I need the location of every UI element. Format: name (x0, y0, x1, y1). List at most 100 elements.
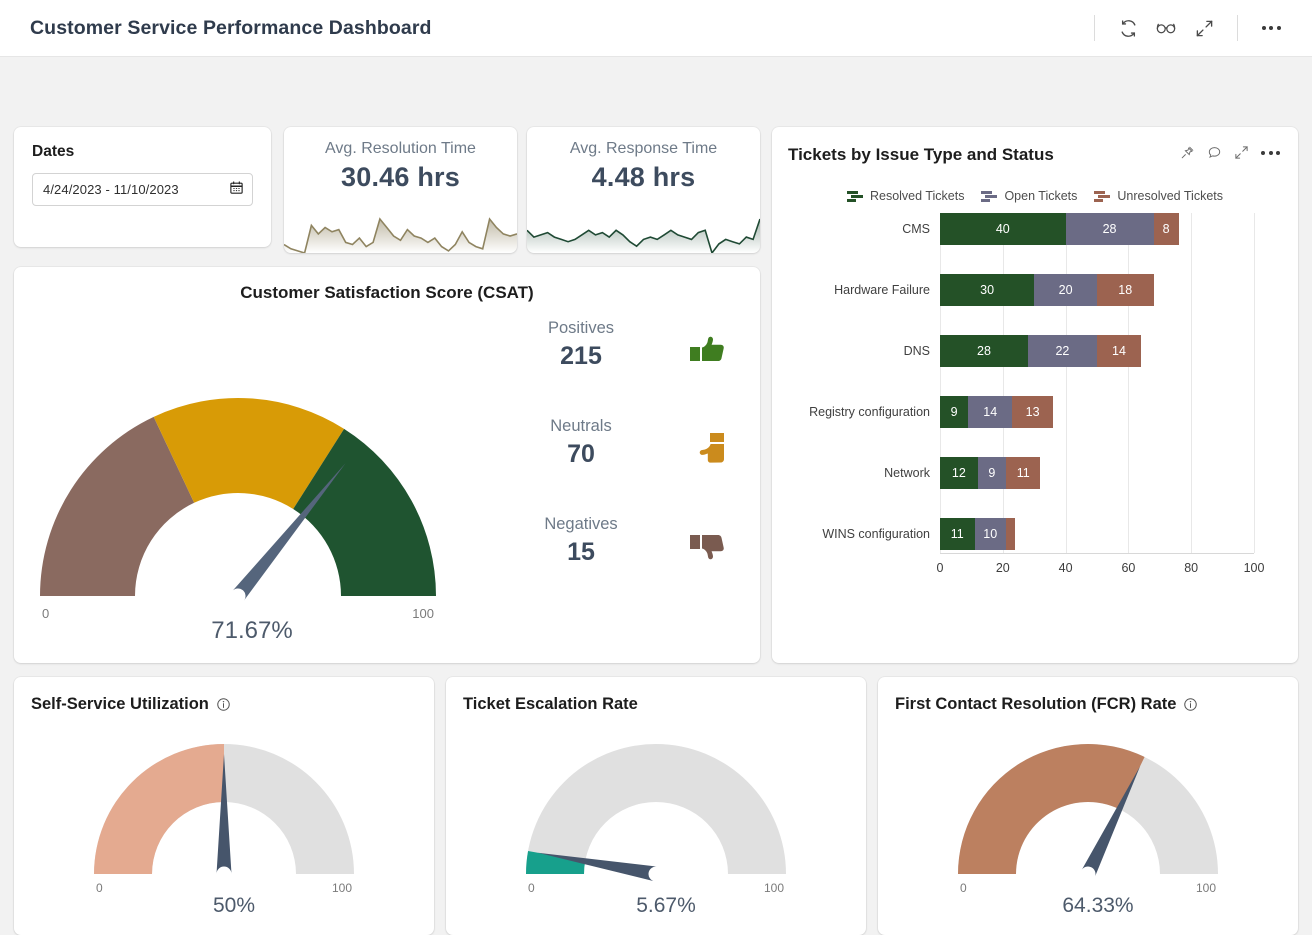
legend-label: Open Tickets (1004, 189, 1078, 203)
avg-resolution-time-sparkline (284, 213, 517, 253)
bar-row[interactable]: Registry configuration 9 14 13 (772, 396, 1298, 428)
stat-value: 70 (567, 440, 595, 468)
bar-category-label: Registry configuration (809, 405, 930, 419)
bar-segment[interactable]: 40 (940, 213, 1066, 245)
gauge-arc (94, 744, 224, 874)
comment-icon[interactable] (1207, 145, 1222, 160)
bar-track: 40 28 8 (940, 213, 1298, 245)
x-axis-tick-label: 40 (1058, 561, 1073, 575)
legend-item-open[interactable]: Open Tickets (981, 189, 1077, 203)
stat-label: Positives (547, 319, 615, 337)
gauge-text: 0 (96, 881, 103, 895)
tickets-title: Tickets by Issue Type and Status (788, 145, 1054, 164)
bar-segment[interactable]: 14 (1097, 335, 1141, 367)
thumbs-up-icon (680, 319, 738, 369)
x-axis-tick-label: 0 (936, 561, 944, 575)
bar-category-label: Hardware Failure (834, 283, 930, 297)
header-actions (1080, 11, 1290, 45)
legend-item-unresolved[interactable]: Unresolved Tickets (1094, 189, 1223, 203)
info-icon[interactable] (216, 697, 231, 712)
bar-row[interactable]: Network 12 9 11 (772, 457, 1298, 489)
dates-label: Dates (32, 143, 75, 160)
kpi-value: 4.48 hrs (591, 162, 696, 192)
bar-row[interactable]: CMS 40 28 8 (772, 213, 1298, 245)
chart-legend: Resolved Tickets Open Tickets Unresolved… (772, 189, 1298, 203)
bar-segment[interactable]: 14 (968, 396, 1013, 428)
gauge-title: Ticket Escalation Rate (463, 695, 638, 713)
kpi-title: Avg. Response Time (569, 140, 718, 157)
gauge-text: 100 (332, 881, 352, 895)
bar-track: 12 9 11 (940, 457, 1298, 489)
kpi-value: 30.46 hrs (341, 162, 460, 192)
gauge-title-row: Self-Service Utilization (14, 677, 434, 714)
legend-swatch-icon (981, 190, 998, 202)
self-service-utilization-gauge: 0 100 50% (14, 714, 434, 917)
x-axis-tick-label: 60 (1121, 561, 1136, 575)
dates-card: Dates 4/24/2023 - 11/10/2023 (14, 127, 271, 247)
legend-item-resolved[interactable]: Resolved Tickets (846, 189, 964, 203)
bar-category-label: CMS (902, 222, 930, 236)
more-options-icon[interactable] (1261, 150, 1280, 155)
pin-icon[interactable] (1180, 145, 1195, 160)
gridline (1254, 213, 1255, 553)
tickets-by-issue-type-card: Tickets by Issue Type and Status Resolve… (772, 127, 1298, 663)
app-header: Customer Service Performance Dashboard (0, 0, 1312, 57)
gauge-text: 100 (412, 606, 434, 621)
bar-row[interactable]: Hardware Failure 30 20 18 (772, 274, 1298, 306)
csat-title: Customer Satisfaction Score (CSAT) (240, 283, 534, 302)
bar-row[interactable]: WINS configuration 11 10 (772, 518, 1298, 550)
more-options-icon[interactable] (1252, 11, 1290, 45)
self-service-utilization-card: Self-Service Utilization 0 100 50% (14, 677, 434, 935)
bar-segment[interactable]: 28 (940, 335, 1028, 367)
bar-segment[interactable]: 22 (1027, 335, 1097, 367)
legend-swatch-icon (846, 190, 863, 202)
info-icon[interactable] (1183, 697, 1198, 712)
bar-segment[interactable]: 8 (1153, 213, 1179, 245)
dashboard-body: Dates 4/24/2023 - 11/10/2023 Avg. Resolu… (0, 57, 1312, 935)
bar-segment[interactable]: 28 (1065, 213, 1154, 245)
bar-segment[interactable]: 13 (1012, 396, 1054, 428)
expand-icon[interactable] (1234, 145, 1249, 160)
gridline (1128, 213, 1130, 553)
fullscreen-icon[interactable] (1185, 11, 1223, 45)
gauge-text: 5.67% (636, 894, 696, 914)
bar-segment[interactable]: 9 (977, 457, 1006, 489)
bar-segment[interactable]: 9 (940, 396, 969, 428)
gauge-text: 0 (42, 606, 49, 621)
x-axis-tick-label: 80 (1184, 561, 1199, 575)
refresh-icon[interactable] (1109, 11, 1147, 45)
gauge-text: 0 (528, 881, 535, 895)
bar-segment[interactable]: 20 (1034, 274, 1097, 306)
bar-segment[interactable]: 10 (974, 518, 1006, 550)
gauge-text: 100 (764, 881, 784, 895)
gridline (1191, 213, 1193, 553)
bar-row[interactable]: DNS 28 22 14 (772, 335, 1298, 367)
csat-card: Customer Satisfaction Score (CSAT) 0 100 7… (14, 267, 760, 663)
gauge-arc (526, 744, 786, 874)
calendar-icon[interactable] (229, 180, 244, 200)
bar-segment[interactable]: 12 (940, 457, 978, 489)
gauge-title: Self-Service Utilization (31, 695, 209, 713)
glasses-icon[interactable] (1147, 11, 1185, 45)
gauge-text: 71.67% (211, 617, 292, 643)
gauge-title: First Contact Resolution (FCR) Rate (895, 695, 1177, 713)
divider (1237, 15, 1238, 41)
bar-segment[interactable]: 30 (940, 274, 1035, 306)
stat-label: Neutrals (550, 417, 612, 435)
bar-segment[interactable]: 11 (940, 518, 975, 550)
bar-category-label: DNS (903, 344, 930, 358)
stat-positives: Positives 215 (492, 319, 738, 417)
fcr-rate-gauge: 0 100 64.33% (878, 714, 1298, 917)
kpi-card-avg-resolution-time: Avg. Resolution Time 30.46 hrs (284, 127, 517, 253)
bar-segment[interactable] (1005, 518, 1016, 550)
bar-segment[interactable]: 11 (1005, 457, 1041, 489)
gauge-title-row: First Contact Resolution (FCR) Rate (878, 677, 1298, 714)
bar-track: 30 20 18 (940, 274, 1298, 306)
legend-swatch-icon (1094, 190, 1111, 202)
page-title: Customer Service Performance Dashboard (30, 16, 432, 39)
x-axis-tick-label: 20 (995, 561, 1010, 575)
gauge-text: 64.33% (1062, 894, 1133, 914)
gridline (1002, 213, 1004, 553)
date-range-input[interactable]: 4/24/2023 - 11/10/2023 (32, 173, 253, 206)
bar-segment[interactable]: 18 (1097, 274, 1154, 306)
